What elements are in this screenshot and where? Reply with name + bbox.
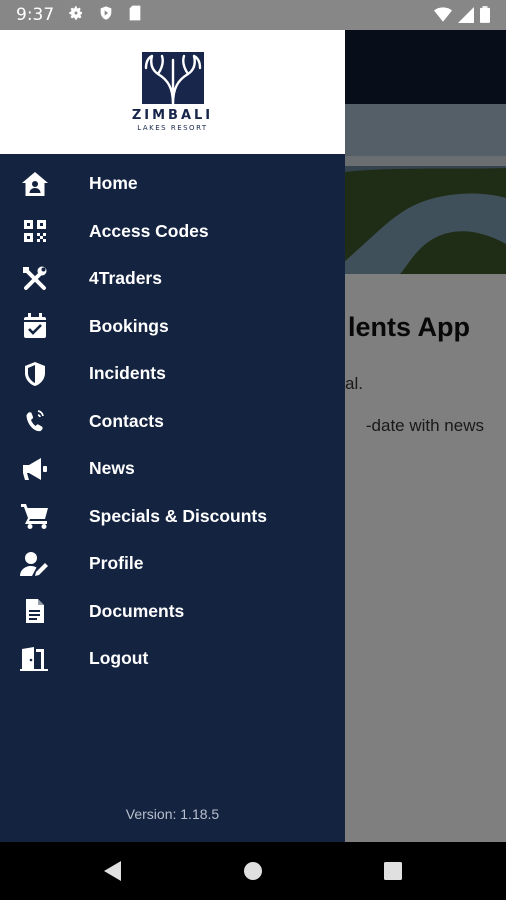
- navigation-drawer: ZIMBALI LAKES RESORT Home Access Codes 4…: [0, 30, 345, 842]
- menu-label-access-codes: Access Codes: [89, 220, 209, 241]
- home-icon: [20, 169, 50, 199]
- door-exit-icon: [20, 644, 50, 674]
- menu-item-4traders[interactable]: 4Traders: [0, 255, 345, 303]
- battery-icon: [480, 6, 490, 28]
- status-bar: 9:37: [0, 0, 506, 30]
- menu-item-contacts[interactable]: Contacts: [0, 398, 345, 446]
- menu-item-specials-discounts[interactable]: Specials & Discounts: [0, 493, 345, 541]
- menu-item-logout[interactable]: Logout: [0, 635, 345, 683]
- menu-label-4traders: 4Traders: [89, 268, 162, 289]
- shield-icon: [20, 359, 50, 389]
- cell-signal-icon: [458, 6, 474, 28]
- menu-label-bookings: Bookings: [89, 315, 169, 336]
- shield-play-icon: [98, 5, 114, 26]
- menu-item-access-codes[interactable]: Access Codes: [0, 208, 345, 256]
- menu-label-contacts: Contacts: [89, 410, 164, 431]
- status-time: 9:37: [16, 5, 55, 25]
- cart-icon: [20, 501, 50, 531]
- sd-card-icon: [128, 5, 142, 26]
- menu-item-home[interactable]: Home: [0, 160, 345, 208]
- home-circle-icon[interactable]: [241, 859, 265, 883]
- menu-label-home: Home: [89, 173, 138, 194]
- qr-code-icon: [20, 216, 50, 246]
- user-edit-icon: [20, 549, 50, 579]
- logo-subtitle: LAKES RESORT: [137, 124, 208, 132]
- app-version: Version: 1.18.5: [125, 806, 220, 822]
- megaphone-icon: [20, 454, 50, 484]
- menu-item-incidents[interactable]: Incidents: [0, 350, 345, 398]
- back-icon[interactable]: [101, 859, 125, 883]
- drawer-menu: Home Access Codes 4Traders Bookings Inci…: [0, 160, 345, 683]
- logo-name: ZIMBALI: [131, 108, 214, 123]
- document-icon: [20, 596, 50, 626]
- gear-icon: [68, 5, 84, 26]
- menu-item-documents[interactable]: Documents: [0, 588, 345, 636]
- menu-label-news: News: [89, 458, 135, 479]
- wifi-icon: [434, 6, 452, 28]
- menu-label-incidents: Incidents: [89, 363, 166, 384]
- menu-item-bookings[interactable]: Bookings: [0, 303, 345, 351]
- menu-label-logout: Logout: [89, 648, 149, 669]
- system-nav-bar: [0, 842, 506, 900]
- zimbali-logo-icon: [142, 52, 204, 106]
- menu-label-profile: Profile: [89, 553, 144, 574]
- menu-item-news[interactable]: News: [0, 445, 345, 493]
- drawer-header: ZIMBALI LAKES RESORT: [0, 30, 345, 154]
- recents-icon[interactable]: [381, 859, 405, 883]
- phone-icon: [20, 406, 50, 436]
- calendar-check-icon: [20, 311, 50, 341]
- tools-icon: [20, 264, 50, 294]
- menu-label-specials-discounts: Specials & Discounts: [89, 505, 267, 526]
- menu-item-profile[interactable]: Profile: [0, 540, 345, 588]
- menu-label-documents: Documents: [89, 600, 185, 621]
